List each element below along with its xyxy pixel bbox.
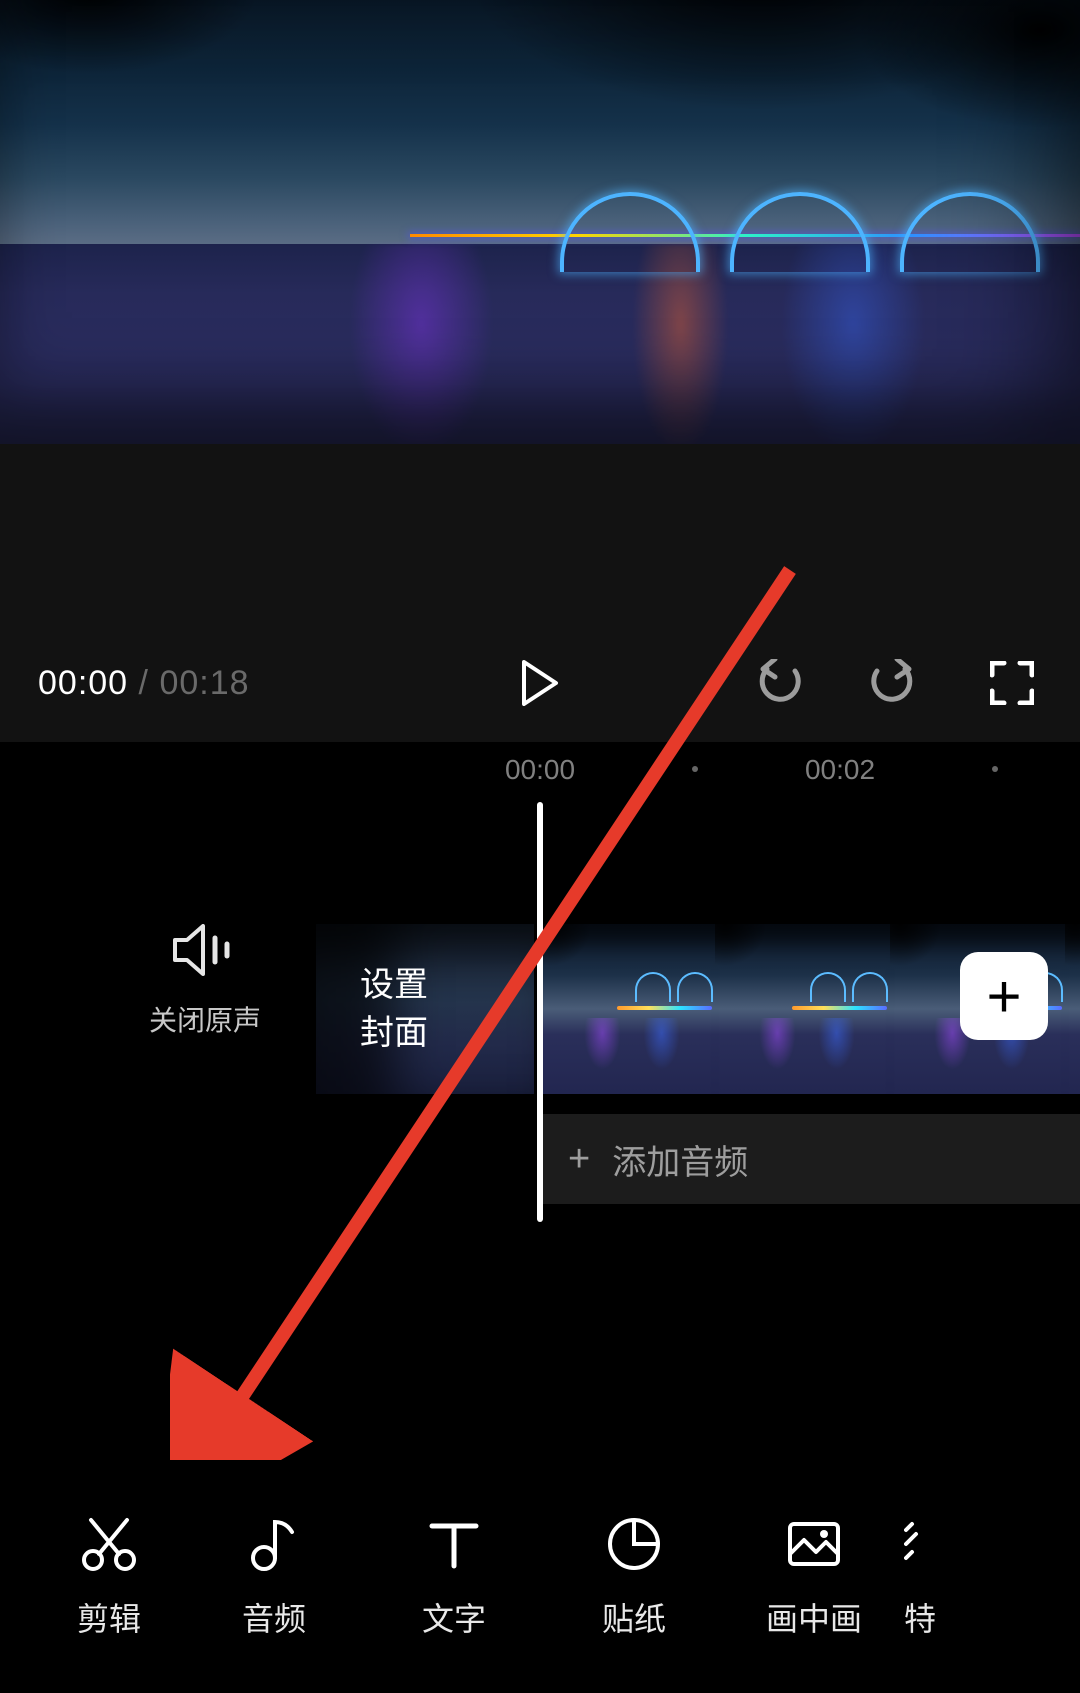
tool-sticker[interactable]: 贴纸 — [544, 1516, 724, 1640]
plus-icon: + — [568, 1138, 590, 1181]
redo-button[interactable] — [862, 653, 922, 713]
tool-pip[interactable]: 画中画 — [724, 1516, 904, 1640]
time-display: 00:00 / 00:18 — [38, 664, 250, 703]
speaker-icon — [173, 924, 237, 976]
tool-edit[interactable]: 剪辑 — [34, 1516, 184, 1640]
set-cover-button[interactable]: 设置 封面 — [316, 924, 534, 1094]
tool-edit-label: 剪辑 — [77, 1594, 141, 1640]
preview-pad — [0, 444, 1080, 624]
add-clip-button[interactable]: + — [960, 952, 1048, 1040]
time-ruler: 00:00 00:02 — [0, 754, 1080, 794]
mute-label: 关闭原声 — [120, 999, 290, 1039]
undo-icon — [755, 659, 805, 707]
ruler-dot — [992, 766, 998, 772]
fullscreen-button[interactable] — [982, 653, 1042, 713]
bottom-toolbar: 剪辑 音频 文字 贴纸 画中画 特 — [0, 1463, 1080, 1693]
ruler-mark-0: 00:00 — [505, 754, 575, 786]
music-note-icon — [246, 1516, 302, 1572]
tools-row: 剪辑 音频 文字 贴纸 画中画 特 — [0, 1516, 1080, 1640]
playhead[interactable] — [537, 802, 543, 1222]
playbar: 00:00 / 00:18 — [0, 624, 1080, 742]
play-button[interactable] — [508, 651, 572, 715]
cover-label-2: 封面 — [360, 1009, 534, 1057]
cover-label-1: 设置 — [360, 961, 534, 1009]
undo-button[interactable] — [750, 653, 810, 713]
tool-audio-label: 音频 — [242, 1594, 306, 1640]
tool-effects-partial[interactable]: 特 — [904, 1516, 954, 1640]
video-editor-app: 00:00 / 00:18 00:00 00:02 关闭原声 — [0, 0, 1080, 1693]
total-time: 00:18 — [159, 664, 249, 702]
tool-pip-label: 画中画 — [766, 1594, 862, 1640]
play-icon — [520, 660, 560, 706]
fullscreen-icon — [990, 661, 1034, 705]
add-audio-button[interactable]: + 添加音频 — [540, 1114, 1080, 1204]
tool-sticker-label: 贴纸 — [602, 1594, 666, 1640]
tool-effects-label: 特 — [904, 1594, 936, 1640]
sticker-icon — [606, 1516, 662, 1572]
timeline-area[interactable]: 00:00 00:02 关闭原声 设置 封面 + — [0, 742, 1080, 1463]
ruler-dot — [692, 766, 698, 772]
time-separator: / — [128, 664, 159, 702]
tool-text[interactable]: 文字 — [364, 1516, 544, 1640]
redo-icon — [867, 659, 917, 707]
text-icon — [426, 1516, 482, 1572]
mute-original-button[interactable]: 关闭原声 — [120, 924, 290, 1039]
picture-in-picture-icon — [786, 1516, 842, 1572]
plus-icon: + — [986, 962, 1021, 1031]
tool-audio[interactable]: 音频 — [184, 1516, 364, 1640]
ruler-mark-1: 00:02 — [805, 754, 875, 786]
add-audio-label: 添加音频 — [612, 1135, 748, 1184]
current-time: 00:00 — [38, 664, 128, 702]
tool-text-label: 文字 — [422, 1594, 486, 1640]
video-preview[interactable] — [0, 0, 1080, 444]
scissors-icon — [81, 1516, 137, 1572]
partial-icon — [904, 1516, 928, 1572]
